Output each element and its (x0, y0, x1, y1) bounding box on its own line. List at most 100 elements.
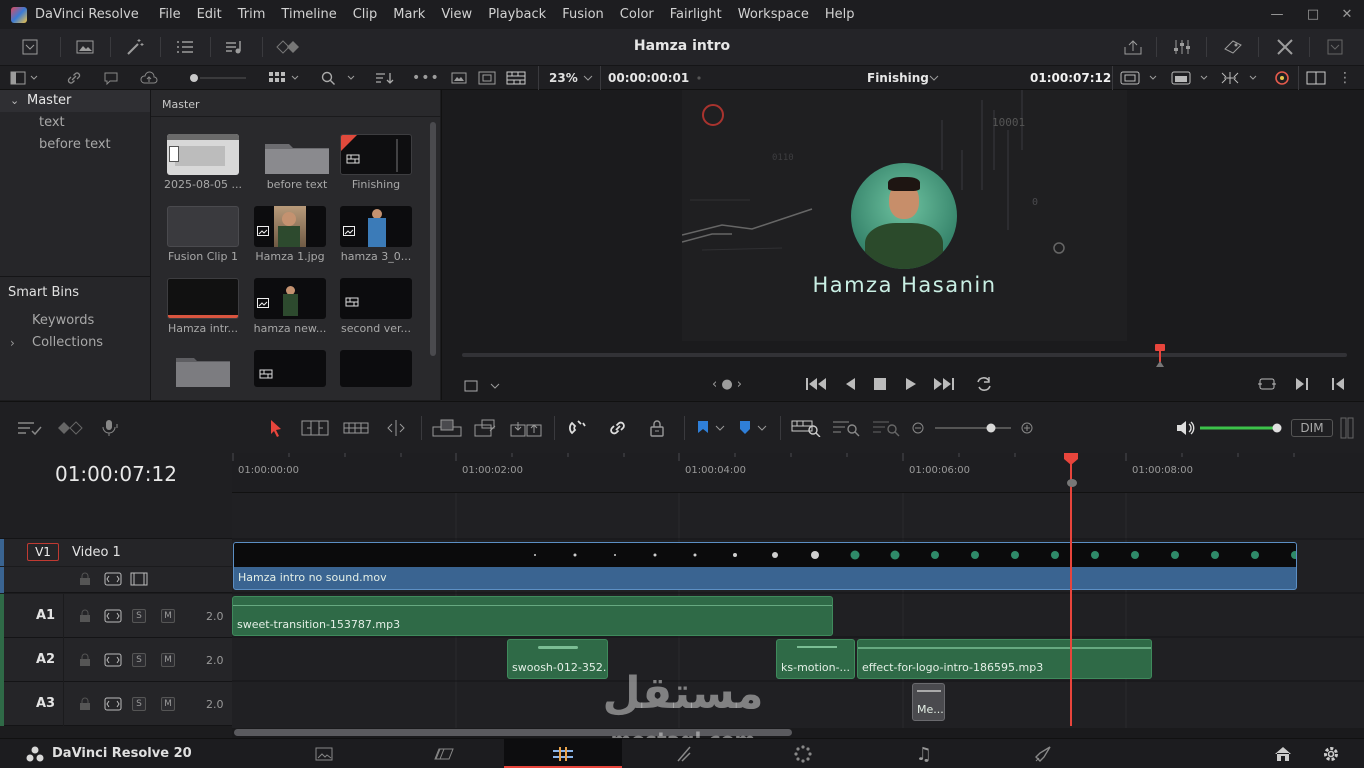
grid-view-icon[interactable] (268, 69, 302, 87)
track-header-a1[interactable]: A1 S M 2.0 (0, 594, 232, 638)
record-timecode[interactable]: 01:00:07:12 (1030, 69, 1111, 87)
edit-index-icon[interactable] (173, 36, 197, 58)
video-thumbnail[interactable] (340, 350, 412, 387)
voiceover-mic-icon[interactable] (98, 418, 122, 438)
smart-bin-collections[interactable]: › Collections (0, 332, 150, 354)
audio-clip[interactable]: ks-motion-... (776, 639, 855, 679)
mute-button[interactable]: M (161, 653, 175, 667)
audio-clip[interactable]: sweet-transition-153787.mp3 (232, 596, 833, 636)
transform-icon[interactable] (1220, 69, 1262, 87)
photo-thumbnail[interactable] (254, 278, 326, 319)
disable-track-icon[interactable] (130, 572, 148, 589)
viewer-filmstrip-icon[interactable] (478, 69, 496, 87)
home-icon[interactable] (1271, 744, 1295, 764)
link-icon[interactable] (66, 69, 82, 87)
menu-fusion[interactable]: Fusion (554, 7, 612, 22)
lock-icon[interactable] (78, 572, 92, 589)
cut-page-icon[interactable] (432, 744, 456, 764)
go-to-start-icon[interactable] (804, 374, 828, 394)
metadata-icon[interactable] (1221, 36, 1245, 58)
more-options-icon[interactable]: ••• (412, 69, 440, 87)
zoom-level[interactable]: 23% (549, 69, 578, 87)
track-id-a3[interactable]: A3 (36, 696, 55, 711)
menu-view[interactable]: View (433, 7, 480, 22)
lock-icon[interactable] (78, 609, 92, 626)
effects-wand-icon[interactable] (123, 36, 147, 58)
mixer-icon[interactable] (1170, 36, 1194, 58)
viewer-frame[interactable]: 10001 0 0110 Hamza Hasanin (682, 90, 1127, 341)
audio-clip[interactable]: Me... (912, 683, 945, 721)
timeline-thumbnail[interactable] (340, 134, 412, 175)
zoom-out-icon[interactable] (911, 418, 925, 438)
inspector-tools-icon[interactable] (1273, 36, 1297, 58)
close-icon[interactable]: ✕ (1328, 0, 1364, 29)
folder-icon[interactable] (261, 134, 333, 175)
loop-icon[interactable] (972, 374, 996, 394)
video-thumbnail[interactable] (167, 278, 239, 319)
search-icon[interactable] (321, 69, 359, 87)
quick-export-icon[interactable] (1121, 36, 1145, 58)
sound-library-icon[interactable] (224, 36, 248, 58)
menu-help[interactable]: Help (817, 7, 863, 22)
deliver-page-icon[interactable] (1031, 744, 1055, 764)
overwrite-clip-icon[interactable] (473, 418, 499, 438)
fusion-page-icon[interactable] (672, 744, 696, 764)
minimize-icon[interactable]: — (1258, 0, 1296, 29)
timeline-name-dropdown-icon[interactable] (928, 69, 940, 87)
cloud-icon[interactable] (140, 69, 158, 87)
dynamic-trim-icon[interactable] (342, 418, 370, 438)
comment-icon[interactable] (103, 69, 119, 87)
transitions-icon[interactable] (276, 36, 300, 58)
menu-mark[interactable]: Mark (385, 7, 433, 22)
edit-page-icon[interactable] (551, 744, 575, 764)
source-timecode[interactable]: 00:00:00:01 (608, 69, 689, 87)
jog-control[interactable]: ‹ ● › (707, 374, 747, 394)
track-header-v1[interactable]: V1 Video 1 (0, 539, 232, 593)
viewer-timeline-icon[interactable] (506, 69, 526, 87)
sort-icon[interactable] (375, 69, 395, 87)
previous-edit-icon[interactable] (1328, 374, 1348, 394)
inspector-toggle-icon[interactable] (1323, 36, 1347, 58)
stop-icon[interactable] (870, 374, 890, 394)
mute-button[interactable]: M (161, 609, 175, 623)
play-reverse-icon[interactable] (840, 374, 860, 394)
auto-select-icon[interactable] (104, 609, 122, 626)
bin-before-text[interactable]: before text (0, 134, 150, 156)
lock-icon[interactable] (78, 697, 92, 714)
menu-clip[interactable]: Clip (345, 7, 386, 22)
video-output-icon[interactable] (1171, 69, 1213, 87)
lock-icon[interactable] (78, 653, 92, 670)
viewer-image-icon[interactable] (451, 69, 467, 87)
blade-tool-icon[interactable] (382, 418, 410, 438)
insert-clip-icon[interactable] (432, 418, 462, 438)
zoom-custom-icon[interactable] (872, 418, 902, 438)
menu-edit[interactable]: Edit (189, 7, 230, 22)
viewer-more-icon[interactable]: ⋮ (1338, 69, 1352, 87)
timeline-playhead[interactable] (1070, 458, 1072, 726)
match-frame-icon[interactable] (1256, 374, 1278, 394)
zoom-detail-icon[interactable] (832, 418, 862, 438)
color-page-icon[interactable] (791, 744, 815, 764)
mute-button[interactable]: M (161, 697, 175, 711)
flag-icon[interactable] (694, 418, 730, 438)
play-icon[interactable] (901, 374, 921, 394)
photo-thumbnail[interactable] (254, 206, 326, 247)
trim-edit-tool-icon[interactable] (300, 418, 330, 438)
replace-clip-icon[interactable] (510, 418, 542, 438)
solo-button[interactable]: S (132, 653, 146, 667)
zoom-full-icon[interactable] (790, 418, 822, 438)
media-pool-scrollbar[interactable] (430, 122, 436, 356)
menu-file[interactable]: File (151, 7, 189, 22)
audio-meter-icon[interactable] (1339, 417, 1355, 439)
position-lock-icon[interactable] (646, 418, 668, 438)
timeline-name[interactable]: Finishing (867, 69, 929, 87)
settings-gear-icon[interactable] (1319, 744, 1343, 764)
auto-select-icon[interactable] (104, 697, 122, 714)
timeline-ruler[interactable]: 01:00:00:00 01:00:02:00 01:00:04:00 01:0… (232, 453, 1364, 493)
solo-button[interactable]: S (132, 609, 146, 623)
fusion-clip-thumbnail[interactable] (167, 206, 239, 247)
selection-tool-icon[interactable] (266, 418, 286, 438)
fairlight-page-icon[interactable]: ♫ (912, 744, 936, 765)
track-header-a3[interactable]: A3 S M 2.0 (0, 682, 232, 726)
panel-layout-icon[interactable] (10, 69, 40, 87)
